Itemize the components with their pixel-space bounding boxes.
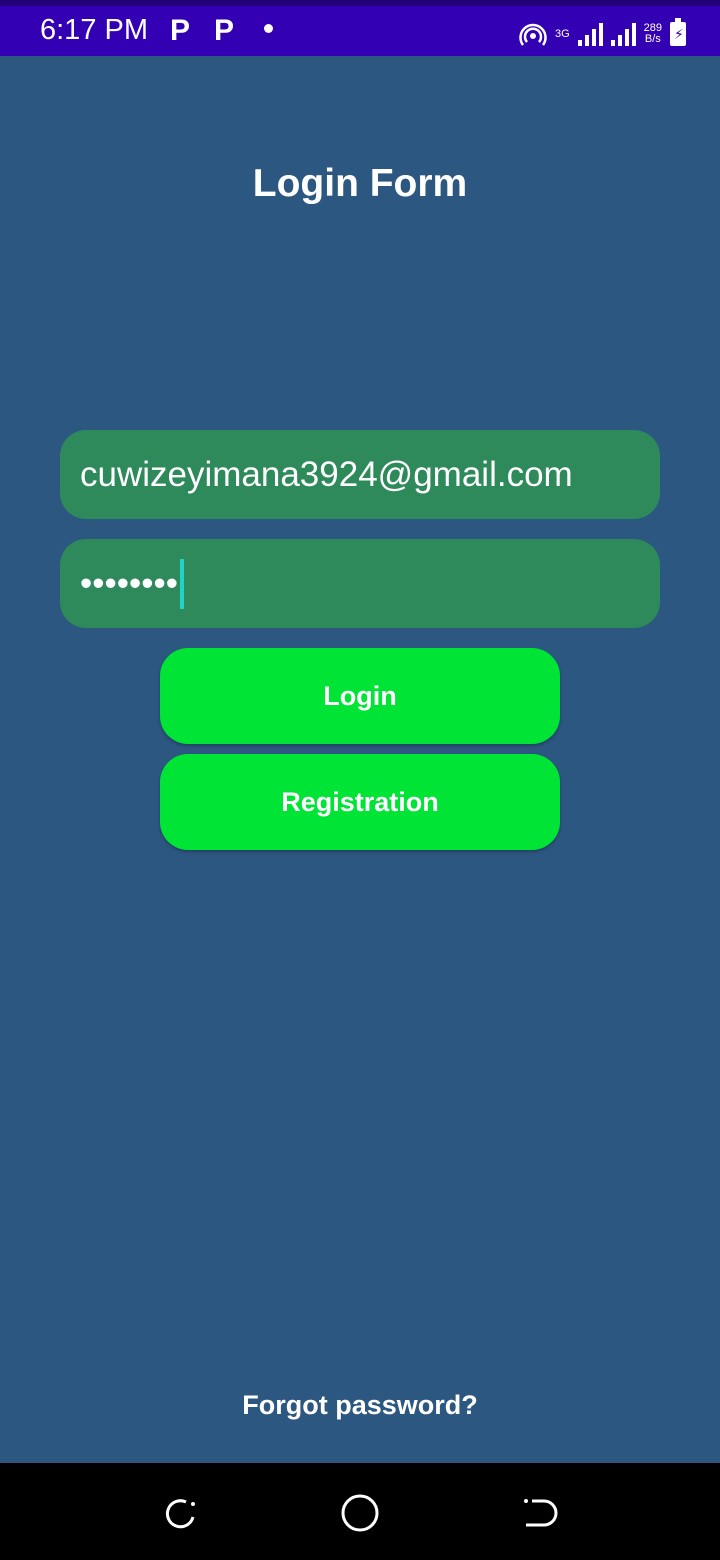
password-value: •••••••• bbox=[80, 563, 179, 603]
status-bar: 6:17 PM P P 3G 289 B/s ⚡ bbox=[0, 0, 720, 56]
page-title: Login Form bbox=[252, 162, 468, 205]
data-speed: 289 B/s bbox=[644, 23, 662, 45]
back-icon[interactable] bbox=[520, 1493, 560, 1533]
status-icons: 3G 289 B/s ⚡ bbox=[519, 14, 686, 54]
email-value: cuwizeyimana3924@gmail.com bbox=[80, 454, 573, 494]
login-button[interactable]: Login bbox=[160, 648, 560, 744]
status-time: 6:17 PM bbox=[40, 14, 148, 46]
more-notifications-dot-icon bbox=[264, 24, 273, 33]
app-notification-icon: P bbox=[214, 14, 235, 47]
network-type: 3G bbox=[554, 27, 570, 40]
speed-unit: B/s bbox=[644, 33, 661, 45]
navigation-bar bbox=[0, 1463, 720, 1560]
signal-icon bbox=[577, 22, 603, 46]
signal-icon bbox=[610, 22, 636, 46]
app-notification-icon: P bbox=[170, 14, 191, 47]
email-field[interactable]: cuwizeyimana3924@gmail.com bbox=[60, 430, 660, 519]
recent-apps-icon[interactable] bbox=[160, 1493, 200, 1533]
home-icon[interactable] bbox=[340, 1493, 380, 1533]
battery-charging-icon: ⚡ bbox=[670, 18, 686, 46]
text-cursor bbox=[180, 558, 185, 609]
registration-button[interactable]: Registration bbox=[160, 754, 560, 850]
password-field[interactable]: •••••••• bbox=[60, 539, 660, 628]
forgot-password-link[interactable]: Forgot password? bbox=[0, 1390, 720, 1421]
hotspot-icon bbox=[519, 23, 547, 46]
